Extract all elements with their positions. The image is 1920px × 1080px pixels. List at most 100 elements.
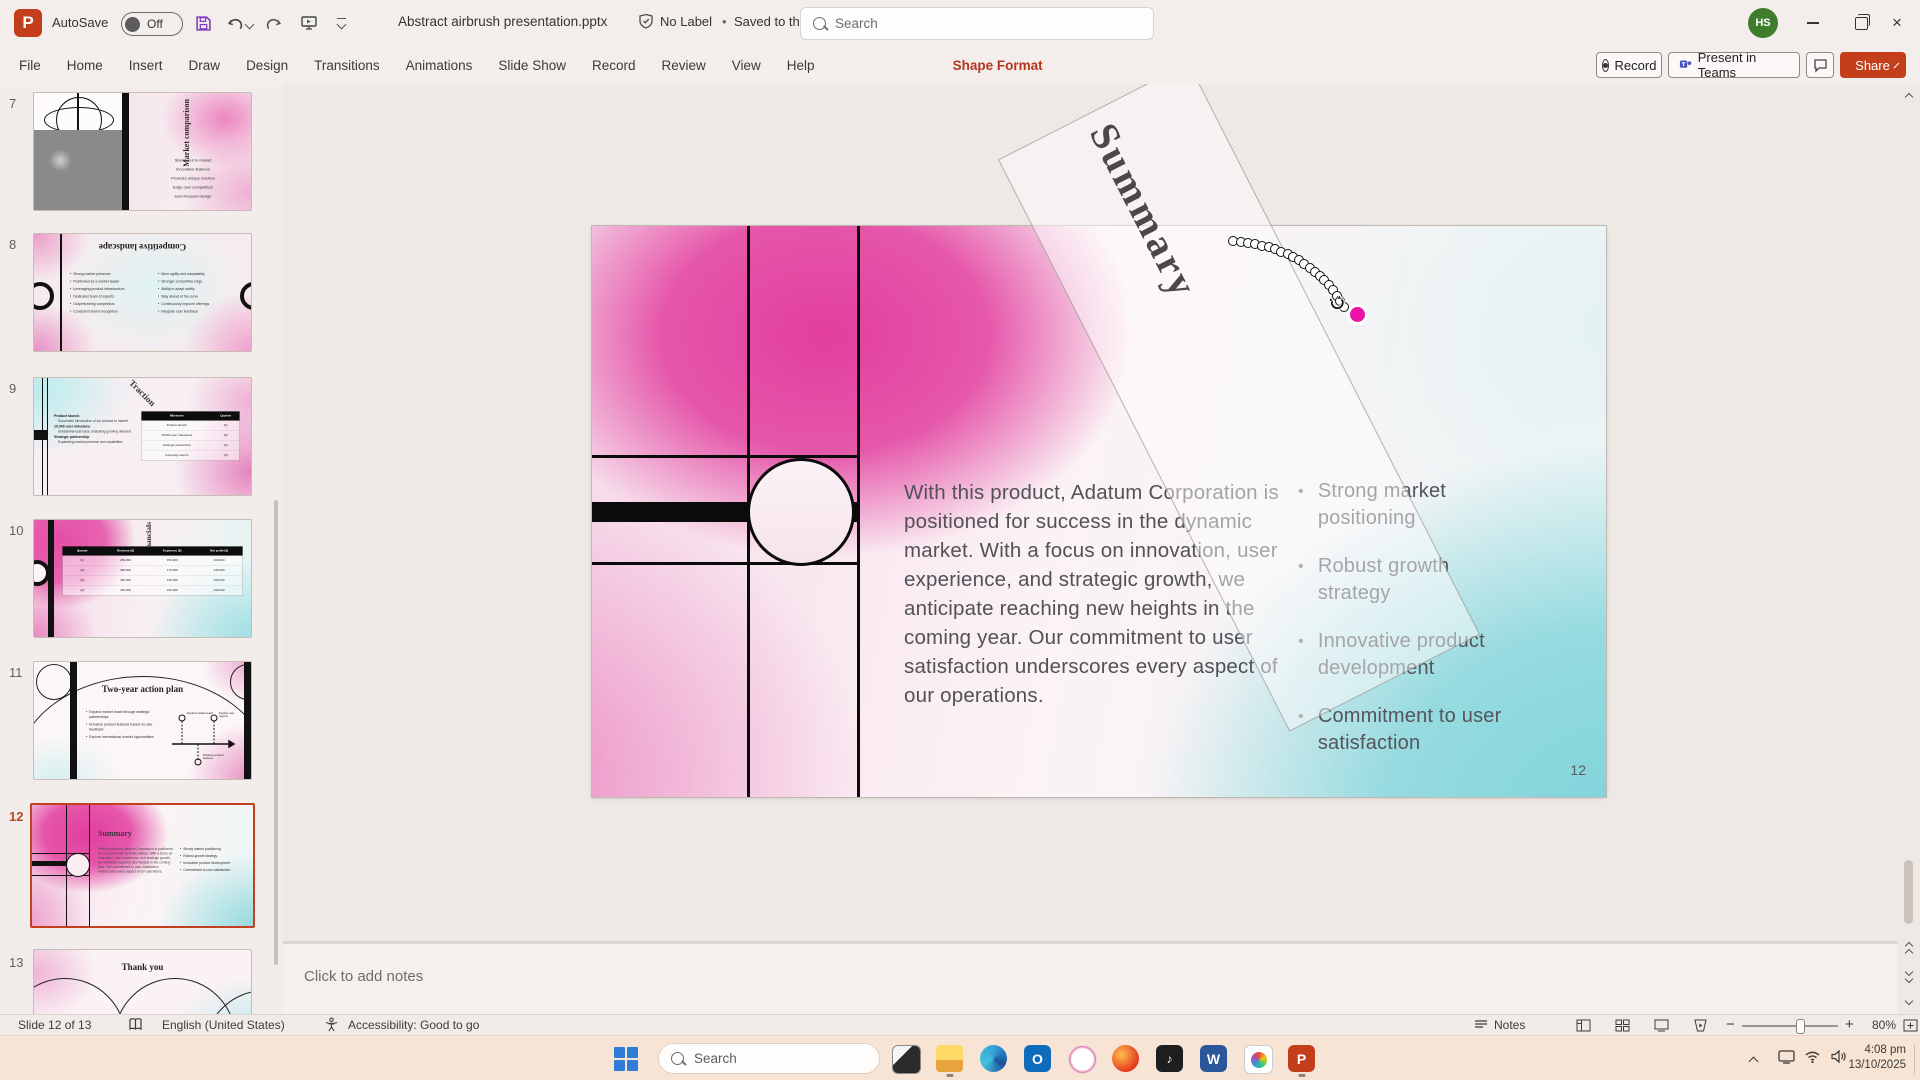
tab-view[interactable]: View: [719, 46, 774, 84]
photos-icon[interactable]: [1244, 1045, 1273, 1074]
list-item: •Stay ahead of the curve: [158, 295, 244, 300]
powerpoint-app-icon[interactable]: P: [14, 9, 42, 37]
tab-insert[interactable]: Insert: [116, 46, 176, 84]
notes-toggle[interactable]: Notes: [1494, 1018, 1525, 1032]
slide-number-placeholder[interactable]: 12: [1540, 762, 1586, 778]
normal-view-button[interactable]: [1572, 1018, 1594, 1033]
file-explorer-icon[interactable]: [936, 1045, 963, 1072]
show-desktop-divider[interactable]: [1914, 1044, 1915, 1074]
scrollbar-thumb[interactable]: [1904, 860, 1913, 924]
hidden-icons-chevron[interactable]: [1750, 1052, 1757, 1070]
list-item: •Leveraging product infrastructure: [70, 287, 156, 292]
slide-thumbnail-10[interactable]: Financials QuarterRevenue ($)Expenses ($…: [33, 519, 252, 638]
slide-thumbnail-8[interactable]: Competitive landscape •Strong market pre…: [33, 233, 252, 352]
reading-view-button[interactable]: [1650, 1018, 1672, 1033]
list-item: •Expand market reach through strategic p…: [86, 710, 164, 720]
notes-pane[interactable]: Click to add notes: [283, 944, 1898, 1014]
zoom-level[interactable]: 80%: [1862, 1018, 1896, 1032]
tab-shape-format-active[interactable]: Shape Format: [940, 46, 1056, 84]
redo-button[interactable]: [262, 12, 284, 34]
slideshow-view-button[interactable]: [1689, 1018, 1711, 1033]
record-icon: [1602, 59, 1609, 72]
save-button[interactable]: [192, 12, 214, 34]
thumb13-title: Thank you: [34, 962, 251, 972]
list-item: Provides unique solution: [138, 175, 248, 182]
slide-thumbnail-7[interactable]: Market comparison Stands out in marketIn…: [33, 92, 252, 211]
next-slide-button[interactable]: [1900, 966, 1918, 984]
table-header-cell: Quarter: [212, 412, 239, 421]
slide-thumbnail-12-selected[interactable]: Summary With this product, Adatum Corpor…: [30, 803, 255, 928]
share-button[interactable]: Share: [1840, 52, 1906, 78]
outlook-icon[interactable]: O: [1024, 1045, 1051, 1072]
search-box[interactable]: Search: [800, 7, 1154, 40]
slide-circle-shape[interactable]: [747, 458, 855, 566]
cast-tray-icon[interactable]: [1778, 1049, 1795, 1069]
tab-slide-show[interactable]: Slide Show: [485, 46, 579, 84]
vertical-scrollbar[interactable]: [1900, 84, 1918, 1014]
edge-icon[interactable]: [980, 1045, 1007, 1072]
start-slideshow-button[interactable]: [298, 12, 320, 34]
zoom-slider-track[interactable]: [1742, 1025, 1838, 1027]
table-cell: Q2: [63, 566, 103, 576]
tab-help[interactable]: Help: [774, 46, 828, 84]
language-indicator[interactable]: English (United States): [162, 1018, 285, 1032]
word-icon[interactable]: W: [1200, 1045, 1227, 1072]
task-view-icon[interactable]: [892, 1045, 921, 1074]
thumb-number-8: 8: [9, 237, 16, 252]
spellcheck-icon[interactable]: [128, 1017, 143, 1035]
tab-file[interactable]: File: [6, 46, 54, 84]
firefox-icon[interactable]: [1112, 1045, 1139, 1072]
customize-quick-access-toolbar-button[interactable]: [330, 12, 352, 34]
copilot-icon[interactable]: [1068, 1045, 1097, 1074]
slide-thumbnail-13[interactable]: Thank you: [33, 949, 252, 1014]
scroll-up-button[interactable]: [1900, 88, 1918, 106]
tab-animations[interactable]: Animations: [393, 46, 486, 84]
close-button[interactable]: ×: [1874, 0, 1920, 46]
undo-dropdown-chevron-icon[interactable]: [245, 20, 255, 30]
scroll-down-button[interactable]: [1900, 992, 1918, 1010]
rotation-handle[interactable]: [1350, 307, 1365, 322]
accessibility-icon[interactable]: [324, 1017, 339, 1035]
notes-placeholder[interactable]: Click to add notes: [304, 968, 423, 985]
slide-horizontal-line-1[interactable]: [592, 455, 859, 458]
powerpoint-window: P AutoSave Off Abstract airbrush present…: [0, 0, 1920, 1080]
previous-slide-button[interactable]: [1900, 940, 1918, 958]
fit-to-window-button[interactable]: [1899, 1018, 1920, 1033]
volume-tray-icon[interactable]: [1830, 1049, 1847, 1069]
tab-review[interactable]: Review: [649, 46, 719, 84]
present-in-teams-button[interactable]: Present in Teams: [1668, 52, 1800, 78]
taskbar-search-box[interactable]: Search: [658, 1043, 880, 1074]
slide-thumbnail-11[interactable]: Two-year action plan •Expand market reac…: [33, 661, 252, 780]
comments-button[interactable]: [1806, 52, 1834, 78]
start-button[interactable]: [612, 1045, 639, 1072]
sensitivity-label[interactable]: No Label: [660, 14, 712, 29]
sensitivity-shield-icon[interactable]: [638, 13, 654, 34]
thumbnail-scrollbar[interactable]: [274, 500, 278, 965]
dark-app-icon[interactable]: ♪: [1156, 1045, 1183, 1072]
slide-indicator[interactable]: Slide 12 of 13: [18, 1018, 91, 1032]
slide-12-canvas[interactable]: With this product, Adatum Corporation is…: [592, 226, 1606, 797]
list-item: •Enhance product features based on user …: [86, 723, 164, 733]
slide-sorter-view-button[interactable]: [1611, 1018, 1633, 1033]
zoom-out-button[interactable]: −: [1726, 1016, 1735, 1033]
zoom-in-button[interactable]: +: [1845, 1016, 1854, 1033]
powerpoint-icon[interactable]: P: [1288, 1045, 1315, 1072]
minimize-button[interactable]: [1790, 0, 1836, 46]
tab-record[interactable]: Record: [579, 46, 649, 84]
table-cell: 130,000: [196, 566, 243, 576]
wifi-tray-icon[interactable]: [1804, 1049, 1821, 1069]
notes-toggle-icon[interactable]: [1474, 1019, 1488, 1034]
autosave-toggle[interactable]: Off: [121, 12, 183, 36]
accessibility-status[interactable]: Accessibility: Good to go: [348, 1018, 479, 1032]
record-button[interactable]: Record: [1596, 52, 1662, 78]
tab-draw[interactable]: Draw: [176, 46, 234, 84]
tab-design[interactable]: Design: [233, 46, 301, 84]
document-title[interactable]: Abstract airbrush presentation.pptx: [398, 14, 607, 29]
taskbar-clock[interactable]: 4:08 pm 13/10/2025: [1848, 1043, 1906, 1073]
zoom-slider-handle[interactable]: [1796, 1019, 1805, 1034]
slide-thumbnail-9[interactable]: Traction Product launchSuccessful introd…: [33, 377, 252, 496]
tab-transitions[interactable]: Transitions: [301, 46, 393, 84]
undo-button[interactable]: [224, 12, 246, 34]
account-avatar[interactable]: HS: [1748, 8, 1778, 38]
tab-home[interactable]: Home: [54, 46, 116, 84]
